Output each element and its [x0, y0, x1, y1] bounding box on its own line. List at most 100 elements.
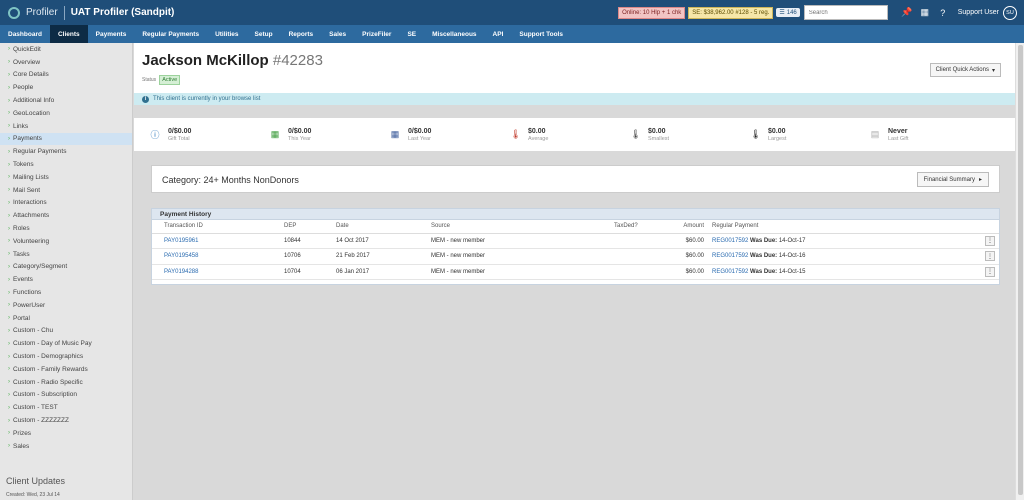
row-menu-icon[interactable]: ⋮ — [985, 251, 995, 262]
nav-item-support-tools[interactable]: Support Tools — [511, 25, 571, 43]
sidebar-item-mailing-lists[interactable]: › Mailing Lists — [0, 171, 132, 184]
sidebar-item-attachments[interactable]: › Attachments — [0, 209, 132, 222]
sidebar-item-tokens[interactable]: › Tokens — [0, 158, 132, 171]
source-cell: MEM - new member — [419, 233, 602, 249]
browse-list-count[interactable]: ☰ 146 — [776, 8, 800, 17]
row-menu-icon[interactable]: ⋮ — [985, 235, 995, 246]
sidebar-item-payments[interactable]: › Payments — [0, 132, 132, 146]
sidebar-item-roles[interactable]: › Roles — [0, 222, 132, 235]
sidebar-item-prizes[interactable]: › Prizes — [0, 427, 132, 440]
nav-item-utilities[interactable]: Utilities — [207, 25, 246, 43]
was-due-label: Was Due: — [750, 253, 778, 260]
sidebar-item-links[interactable]: › Links — [0, 120, 132, 133]
sidebar-item-portal[interactable]: › Portal — [0, 312, 132, 325]
transaction-id-link[interactable]: PAY0195961 — [152, 233, 272, 249]
sidebar-item-label: Custom - Day of Music Pay — [13, 340, 92, 348]
sidebar-item-category-segment[interactable]: › Category/Segment — [0, 261, 132, 274]
avatar[interactable]: SU — [1003, 5, 1017, 20]
help-icon[interactable]: ? — [934, 8, 952, 18]
sidebar-item-sales[interactable]: › Sales — [0, 440, 132, 453]
profiler-logo-icon[interactable] — [8, 6, 20, 19]
sidebar-item-custom-zzzzzzz[interactable]: › Custom - ZZZZZZZ — [0, 414, 132, 427]
nav-item-reports[interactable]: Reports — [281, 25, 322, 43]
col-transaction-id[interactable]: Transaction ID — [152, 220, 272, 234]
stat-label: Smallest — [648, 135, 670, 142]
nav-item-regular-payments[interactable]: Regular Payments — [134, 25, 207, 43]
main-content: Jackson McKillop #42283 Status Active Cl… — [134, 43, 1015, 500]
client-quick-actions-button[interactable]: Client Quick Actions ▾ — [929, 63, 1001, 77]
nav-item-payments[interactable]: Payments — [88, 25, 135, 43]
chevron-right-icon: › — [8, 443, 10, 450]
sidebar-item-custom-day-of-music-pay[interactable]: › Custom - Day of Music Pay — [0, 337, 132, 350]
main-nav: Dashboard Clients Payments Regular Payments… — [0, 25, 1024, 43]
sidebar-item-custom-demographics[interactable]: › Custom - Demographics — [0, 350, 132, 363]
sidebar-item-overview[interactable]: › Overview — [0, 56, 132, 69]
sidebar-item-functions[interactable]: › Functions — [0, 286, 132, 299]
nav-item-miscellaneous[interactable]: Miscellaneous — [424, 25, 484, 43]
taxded-cell — [602, 248, 662, 265]
col-regular-payment[interactable]: Regular Payment — [708, 220, 973, 234]
nav-item-se[interactable]: SE — [399, 25, 424, 43]
sidebar-item-custom-test[interactable]: › Custom - TEST — [0, 401, 132, 414]
brand-name[interactable]: Profiler — [26, 7, 58, 18]
regular-payment-link[interactable]: REG0017592 — [712, 253, 748, 259]
sidebar-item-mail-sent[interactable]: › Mail Sent — [0, 184, 132, 197]
sidebar-item-volunteering[interactable]: › Volunteering — [0, 235, 132, 248]
col-date[interactable]: Date — [324, 220, 419, 234]
sidebar-item-interactions[interactable]: › Interactions — [0, 197, 132, 210]
sidebar-item-label: Roles — [13, 225, 30, 233]
transaction-id-link[interactable]: PAY0195458 — [152, 248, 272, 265]
col-amount[interactable]: Amount — [662, 220, 708, 234]
nav-item-clients[interactable]: Clients — [49, 25, 88, 43]
status-badge: Active — [159, 75, 181, 85]
sidebar-item-additional-info[interactable]: › Additional Info — [0, 94, 132, 107]
stat-value: $0.00 — [528, 127, 546, 135]
calendar-icon[interactable]: ▦ — [916, 7, 934, 18]
sidebar-item-poweruser[interactable]: › PowerUser — [0, 299, 132, 312]
sidebar-item-people[interactable]: › People — [0, 81, 132, 94]
row-menu-icon[interactable]: ⋮ — [985, 266, 995, 277]
se-badge[interactable]: SE: $38,962.00 #128 - 5 reg. — [688, 6, 774, 19]
col-dep[interactable]: DEP — [272, 220, 324, 234]
financial-summary-button[interactable]: Financial Summary ▸ — [916, 172, 989, 187]
chevron-right-icon: › — [8, 97, 10, 104]
sidebar-item-label: Links — [13, 122, 29, 130]
sidebar-item-quickedit[interactable]: › QuickEdit — [0, 43, 132, 56]
amount-cell: $60.00 — [662, 264, 708, 280]
sidebar-item-regular-payments[interactable]: › Regular Payments — [0, 145, 132, 158]
chevron-right-icon: › — [8, 174, 10, 181]
table-row: PAY0195458 10706 21 Feb 2017 MEM - new memb… — [152, 248, 999, 265]
nav-item-setup[interactable]: Setup — [247, 25, 281, 43]
stat-label: Last Year — [408, 135, 431, 142]
sidebar-item-core-details[interactable]: › Core Details — [0, 69, 132, 82]
regular-payment-link[interactable]: REG0017592 — [712, 269, 748, 275]
sidebar-item-tasks[interactable]: › Tasks — [0, 248, 132, 261]
nav-item-dashboard[interactable]: Dashboard — [0, 25, 50, 43]
sidebar-item-custom-chu[interactable]: › Custom - Chu — [0, 325, 132, 338]
payment-history-table: Transaction ID DEP Date Source TaxDed? A… — [152, 220, 999, 280]
sidebar-item-custom-family-rewards[interactable]: › Custom - Family Rewards — [0, 363, 132, 376]
sidebar: › QuickEdit › Overview › Core Details › People ›… — [0, 43, 133, 500]
page-scrollbar[interactable] — [1015, 43, 1024, 500]
amount-cell: $60.00 — [662, 248, 708, 265]
sidebar-item-geolocation[interactable]: › GeoLocation — [0, 107, 132, 120]
transaction-id-link[interactable]: PAY0194288 — [152, 264, 272, 280]
search-input[interactable] — [803, 5, 888, 20]
sidebar-item-custom-radio-specific[interactable]: › Custom - Radio Specific — [0, 376, 132, 389]
info-icon: i — [142, 95, 149, 103]
scrollbar-thumb[interactable] — [1018, 45, 1023, 495]
nav-item-api[interactable]: API — [485, 25, 512, 43]
regular-payment-link[interactable]: REG0017592 — [712, 238, 748, 244]
support-user-name[interactable]: Support User — [958, 9, 999, 16]
pin-icon[interactable]: 📌 — [898, 7, 916, 18]
stat-label: Largest — [768, 135, 787, 142]
stat-text: $0.00 Average — [528, 128, 548, 142]
stat-value: $0.00 — [648, 127, 666, 135]
col-source[interactable]: Source — [419, 220, 602, 234]
online-badge[interactable]: Online: 10 Hlp + 1 chk — [618, 6, 686, 19]
nav-item-sales[interactable]: Sales — [321, 25, 354, 43]
sidebar-item-custom-subscription[interactable]: › Custom - Subscription — [0, 389, 132, 402]
col-taxded[interactable]: TaxDed? — [602, 220, 662, 234]
sidebar-item-events[interactable]: › Events — [0, 273, 132, 286]
nav-item-prizefiler[interactable]: PrizeFiler — [354, 25, 399, 43]
